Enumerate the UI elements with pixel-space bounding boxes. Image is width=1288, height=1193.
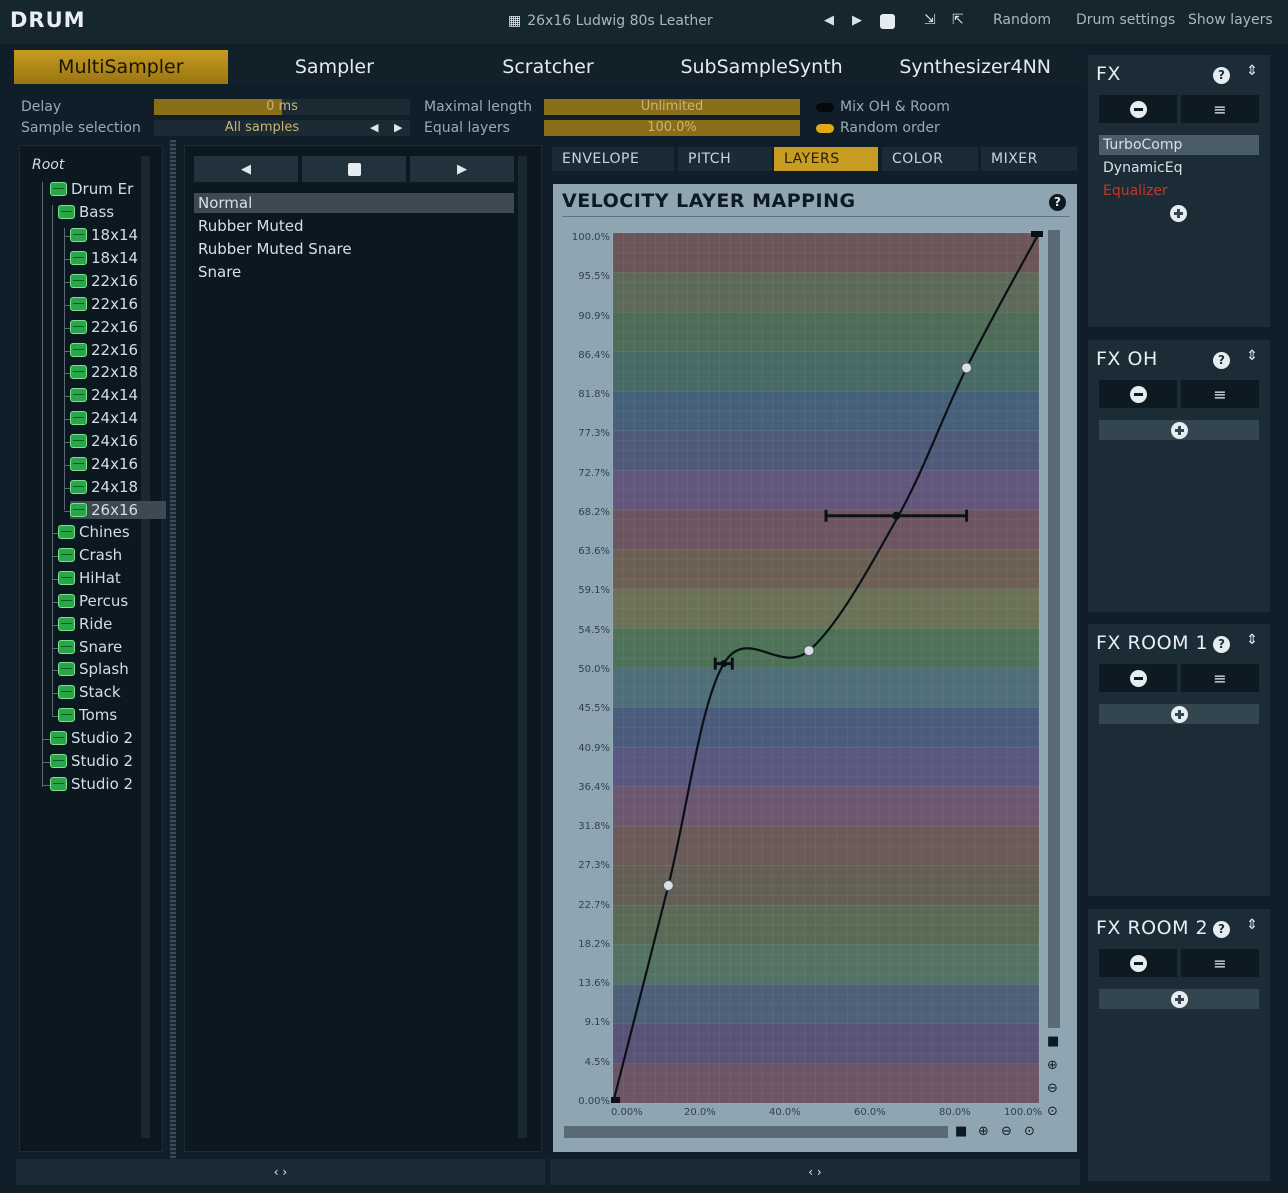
y-tick-label: 63.6% xyxy=(578,546,610,558)
add-fx-button[interactable] xyxy=(1170,205,1187,226)
fx-item[interactable]: Equalizer xyxy=(1099,181,1259,201)
y-tick-label: 36.4% xyxy=(578,781,610,793)
y-tick-label: 86.4% xyxy=(578,349,610,361)
plus-icon xyxy=(1170,990,1188,1008)
menu-icon: ≡ xyxy=(1213,668,1227,688)
y-tick-label: 72.7% xyxy=(578,467,610,479)
add-fx-button[interactable] xyxy=(1099,420,1259,440)
curve-handle[interactable] xyxy=(803,645,815,657)
minus-icon xyxy=(1129,100,1147,118)
start-handle[interactable] xyxy=(611,1097,620,1103)
zoom-out-icon[interactable]: ⊖ xyxy=(1047,1081,1058,1096)
fx-menu-button[interactable]: ≡ xyxy=(1181,380,1259,408)
zoom-in-icon[interactable]: ⊕ xyxy=(978,1124,989,1139)
range-bar-small-center[interactable] xyxy=(720,660,728,668)
zoom-reset-icon[interactable]: ⊙ xyxy=(1024,1124,1035,1139)
y-tick-label: 68.2% xyxy=(578,506,610,518)
menu-icon: ≡ xyxy=(1213,953,1227,973)
y-tick-label: 22.7% xyxy=(578,899,610,911)
y-tick-label: 18.2% xyxy=(578,938,610,950)
fx-room2-title: FX ROOM 2 xyxy=(1096,917,1209,939)
help-icon[interactable]: ? xyxy=(1213,352,1230,369)
fx-menu-button[interactable]: ≡ xyxy=(1181,949,1259,977)
add-fx-button[interactable] xyxy=(1099,704,1259,724)
fx-title: FX xyxy=(1096,63,1121,85)
y-tick-label: 50.0% xyxy=(578,664,610,675)
fx-menu-button[interactable]: ≡ xyxy=(1181,664,1259,692)
fx-oh-panel: FX OH ? ⇕ ≡ xyxy=(1088,340,1270,612)
minus-icon xyxy=(1129,385,1147,403)
lock-icon[interactable]: ■ xyxy=(955,1124,967,1139)
help-icon[interactable]: ? xyxy=(1213,636,1230,653)
y-tick-label: 4.5% xyxy=(584,1056,610,1068)
collapse-left-button[interactable]: ‹ › xyxy=(16,1159,545,1185)
menu-icon: ≡ xyxy=(1213,99,1227,119)
fx-menu-button[interactable]: ≡ xyxy=(1181,95,1259,123)
y-tick-label: 77.3% xyxy=(578,428,610,440)
plus-icon xyxy=(1170,421,1188,439)
x-tick-label: 0.00% xyxy=(611,1107,643,1118)
y-tick-label: 0.00% xyxy=(578,1096,610,1107)
x-tick-label: 40.0% xyxy=(769,1107,801,1118)
minus-icon xyxy=(1129,669,1147,687)
range-bar-center[interactable] xyxy=(892,511,901,520)
vertical-scrollbar[interactable] xyxy=(1048,230,1060,1028)
fx-item[interactable]: DynamicEq xyxy=(1099,158,1259,178)
y-tick-label: 31.8% xyxy=(578,821,610,833)
remove-fx-button[interactable] xyxy=(1099,949,1177,977)
plus-icon xyxy=(1170,205,1187,222)
collapse-right-button[interactable]: ‹ › xyxy=(550,1159,1080,1185)
plus-icon xyxy=(1170,705,1188,723)
expand-icon[interactable]: ⇕ xyxy=(1246,63,1258,79)
y-tick-label: 100.0% xyxy=(571,232,610,243)
remove-fx-button[interactable] xyxy=(1099,664,1177,692)
x-tick-label: 80.0% xyxy=(939,1107,971,1118)
expand-icon[interactable]: ⇕ xyxy=(1246,917,1258,933)
lock-icon[interactable]: ■ xyxy=(1047,1034,1059,1049)
zoom-reset-icon[interactable]: ⊙ xyxy=(1047,1104,1058,1119)
fx-oh-title: FX OH xyxy=(1096,348,1158,370)
remove-fx-button[interactable] xyxy=(1099,380,1177,408)
fx-item[interactable]: TurboComp xyxy=(1099,135,1259,155)
fx-room2-panel: FX ROOM 2 ? ⇕ ≡ xyxy=(1088,909,1270,1181)
zoom-in-icon[interactable]: ⊕ xyxy=(1047,1058,1058,1073)
x-tick-label: 20.0% xyxy=(684,1107,716,1118)
y-tick-label: 81.8% xyxy=(578,389,610,401)
fx-panel: FX ? ⇕ ≡ TurboComp DynamicEq Equalizer xyxy=(1088,55,1270,327)
x-tick-label: 100.0% xyxy=(1004,1107,1043,1118)
menu-icon: ≡ xyxy=(1213,384,1227,404)
curve-handle[interactable] xyxy=(961,362,973,374)
add-fx-button[interactable] xyxy=(1099,989,1259,1009)
x-tick-label: 60.0% xyxy=(854,1107,886,1118)
help-icon[interactable]: ? xyxy=(1213,921,1230,938)
y-tick-label: 59.1% xyxy=(578,585,610,597)
minus-icon xyxy=(1129,954,1147,972)
fx-room1-panel: FX ROOM 1 ? ⇕ ≡ xyxy=(1088,624,1270,896)
y-tick-label: 54.5% xyxy=(578,624,610,636)
horizontal-scrollbar[interactable] xyxy=(564,1126,948,1138)
end-handle[interactable] xyxy=(1031,231,1043,237)
help-icon[interactable]: ? xyxy=(1213,67,1230,84)
y-tick-label: 40.9% xyxy=(578,742,610,754)
zoom-out-icon[interactable]: ⊖ xyxy=(1001,1124,1012,1139)
y-tick-label: 95.5% xyxy=(578,271,610,283)
y-tick-label: 27.3% xyxy=(578,860,610,872)
curve-handle[interactable] xyxy=(662,880,674,891)
y-tick-label: 9.1% xyxy=(584,1017,610,1029)
y-tick-label: 90.9% xyxy=(578,310,610,322)
expand-icon[interactable]: ⇕ xyxy=(1246,632,1258,648)
remove-fx-button[interactable] xyxy=(1099,95,1177,123)
y-tick-label: 45.5% xyxy=(578,703,610,715)
y-tick-label: 13.6% xyxy=(578,978,610,990)
expand-icon[interactable]: ⇕ xyxy=(1246,348,1258,364)
fx-room1-title: FX ROOM 1 xyxy=(1096,632,1209,654)
